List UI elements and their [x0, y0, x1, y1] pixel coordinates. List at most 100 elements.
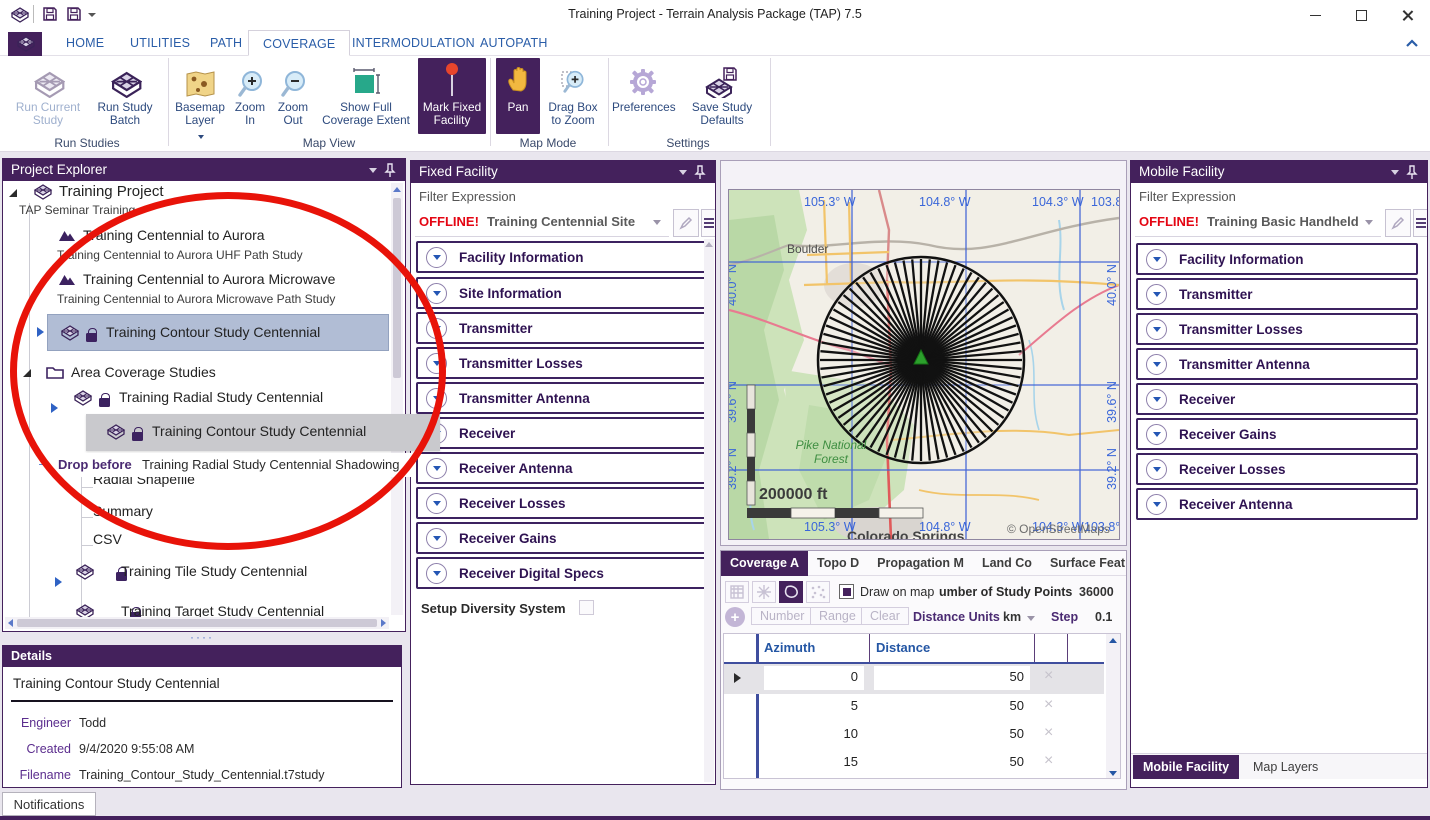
- section-receiver-antenna[interactable]: Receiver Antenna: [1136, 488, 1418, 520]
- expander-circle-icon[interactable]: [426, 458, 447, 479]
- clear-button[interactable]: Clear: [861, 607, 909, 625]
- tab-surface-features[interactable]: Surface Feat: [1041, 551, 1134, 576]
- expander-open-icon[interactable]: [23, 369, 31, 377]
- table-row[interactable]: 10 50 ×: [724, 722, 1104, 750]
- tree-item-csv[interactable]: CSV: [93, 531, 122, 547]
- notifications-tab[interactable]: Notifications: [2, 792, 96, 816]
- section-transmitter-antenna[interactable]: Transmitter Antenna: [1136, 348, 1418, 380]
- cell-azimuth[interactable]: 0: [764, 666, 864, 690]
- mobile-facility-selector[interactable]: OFFLINE! Training Basic Handheld: [1135, 209, 1381, 237]
- radial-mode-button[interactable]: [752, 581, 776, 603]
- facility-menu-button[interactable]: [1413, 209, 1427, 237]
- horizontal-scrollbar[interactable]: [5, 617, 389, 629]
- distance-units-value[interactable]: km: [1003, 610, 1021, 624]
- tab-map-layers[interactable]: Map Layers: [1243, 755, 1328, 779]
- cell-distance[interactable]: 50: [874, 666, 1030, 690]
- expander-circle-icon[interactable]: [426, 388, 447, 409]
- expander-circle-icon[interactable]: [1146, 319, 1167, 340]
- section-facility-information[interactable]: Facility Information: [1136, 243, 1418, 275]
- tab-autopath[interactable]: AUTOPATH: [466, 30, 562, 56]
- section-receiver-gains[interactable]: Receiver Gains: [1136, 418, 1418, 450]
- delete-row-icon[interactable]: ×: [1044, 667, 1053, 685]
- section-transmitter[interactable]: Transmitter: [1136, 278, 1418, 310]
- preferences-button[interactable]: Preferences: [612, 58, 674, 132]
- table-row[interactable]: 5 50 ×: [724, 694, 1104, 722]
- section-transmitter[interactable]: Transmitter: [416, 312, 706, 344]
- collapse-ribbon-icon[interactable]: [1404, 38, 1420, 50]
- expander-circle-icon[interactable]: [426, 247, 447, 268]
- tree-item-radial-study[interactable]: Training Radial Study Centennial: [119, 389, 323, 405]
- chevron-down-icon[interactable]: [653, 220, 661, 225]
- section-receiver-antenna[interactable]: Receiver Antenna: [416, 452, 706, 484]
- section-receiver-gains[interactable]: Receiver Gains: [416, 522, 706, 554]
- pin-icon[interactable]: [381, 163, 397, 178]
- tree-item-tile-study[interactable]: Training Tile Study Centennial: [121, 563, 307, 579]
- table-row[interactable]: 0 50 ×: [724, 664, 1104, 694]
- tree-item-centennial-aurora[interactable]: Training Centennial to Aurora: [83, 227, 265, 243]
- edit-facility-button[interactable]: [1385, 209, 1411, 237]
- section-transmitter-antenna[interactable]: Transmitter Antenna: [416, 382, 706, 414]
- expander-closed-icon[interactable]: [37, 327, 44, 337]
- tab-utilities[interactable]: UTILITIES: [116, 30, 204, 56]
- table-row[interactable]: 15 50 ×: [724, 750, 1104, 778]
- fixed-facility-scrollbar[interactable]: [704, 239, 714, 782]
- tab-propagation-model[interactable]: Propagation M: [868, 551, 973, 576]
- table-scrollbar[interactable]: [1106, 634, 1120, 779]
- section-receiver[interactable]: Receiver: [416, 417, 706, 449]
- expander-circle-icon[interactable]: [1146, 389, 1167, 410]
- project-tree[interactable]: Training Project TAP Seminar Training Tr…: [3, 181, 405, 631]
- panel-menu-icon[interactable]: [1391, 170, 1399, 175]
- drag-box-to-zoom-button[interactable]: Drag Box to Zoom: [544, 58, 602, 132]
- expander-open-icon[interactable]: [9, 189, 17, 197]
- delete-row-icon[interactable]: ×: [1044, 724, 1053, 742]
- add-row-button[interactable]: +: [725, 607, 745, 627]
- tab-mobile-facility[interactable]: Mobile Facility: [1133, 755, 1239, 779]
- show-full-coverage-extent-button[interactable]: Show Full Coverage Extent: [318, 58, 414, 132]
- range-button[interactable]: Range: [810, 607, 865, 625]
- panel-menu-icon[interactable]: [679, 170, 687, 175]
- section-transmitter-losses[interactable]: Transmitter Losses: [416, 347, 706, 379]
- expander-closed-icon[interactable]: [51, 403, 58, 413]
- expander-circle-icon[interactable]: [1146, 494, 1167, 515]
- tree-item-training-project[interactable]: Training Project: [59, 183, 164, 200]
- close-button[interactable]: [1384, 0, 1430, 30]
- tab-home[interactable]: HOME: [52, 30, 118, 56]
- expander-circle-icon[interactable]: [1146, 354, 1167, 375]
- delete-row-icon[interactable]: ×: [1044, 752, 1053, 770]
- units-dropdown-icon[interactable]: [1027, 616, 1035, 621]
- section-receiver-digital-specs[interactable]: Receiver Digital Specs: [416, 557, 706, 589]
- expander-circle-icon[interactable]: [426, 528, 447, 549]
- panel-menu-icon[interactable]: [369, 168, 377, 173]
- contour-mode-button[interactable]: [779, 581, 803, 603]
- edit-facility-button[interactable]: [673, 209, 699, 237]
- chevron-down-icon[interactable]: [1365, 220, 1373, 225]
- tree-item-summary[interactable]: Summary: [93, 503, 153, 519]
- expander-circle-icon[interactable]: [426, 283, 447, 304]
- mark-fixed-facility-button[interactable]: Mark Fixed Facility: [418, 58, 486, 134]
- save-study-defaults-button[interactable]: Save Study Defaults: [678, 58, 766, 132]
- tile-mode-button[interactable]: [725, 581, 749, 603]
- map-viewport[interactable]: 105.3° W 104.8° W 104.3° W 103.8° W 105.…: [728, 189, 1120, 540]
- expander-circle-icon[interactable]: [426, 318, 447, 339]
- run-study-batch-button[interactable]: Run Study Batch: [88, 58, 162, 132]
- col-header-azimuth[interactable]: Azimuth: [764, 640, 815, 655]
- tab-land-cover[interactable]: Land Co: [973, 551, 1041, 576]
- points-mode-button[interactable]: [806, 581, 830, 603]
- expander-circle-icon[interactable]: [1146, 459, 1167, 480]
- expander-circle-icon[interactable]: [426, 353, 447, 374]
- expander-closed-icon[interactable]: [55, 577, 62, 587]
- cell-azimuth[interactable]: 10: [764, 726, 864, 741]
- azimuth-table[interactable]: Azimuth Distance 0 50 × 5 50 × 10 50 × 1…: [723, 633, 1121, 779]
- app-menu-button[interactable]: [8, 32, 42, 56]
- cell-distance[interactable]: 50: [874, 698, 1030, 713]
- setup-diversity-checkbox[interactable]: [579, 600, 594, 615]
- tree-item-contour-study-selected[interactable]: Training Contour Study Centennial: [47, 314, 389, 351]
- section-receiver-losses[interactable]: Receiver Losses: [1136, 453, 1418, 485]
- facility-menu-button[interactable]: [701, 209, 715, 237]
- tree-item-centennial-aurora-microwave[interactable]: Training Centennial to Aurora Microwave: [83, 271, 335, 287]
- expander-circle-icon[interactable]: [426, 563, 447, 584]
- vertical-scrollbar[interactable]: [391, 183, 403, 615]
- tree-item-area-coverage-studies[interactable]: Area Coverage Studies: [71, 364, 216, 380]
- pin-icon[interactable]: [1403, 165, 1419, 180]
- expander-circle-icon[interactable]: [1146, 249, 1167, 270]
